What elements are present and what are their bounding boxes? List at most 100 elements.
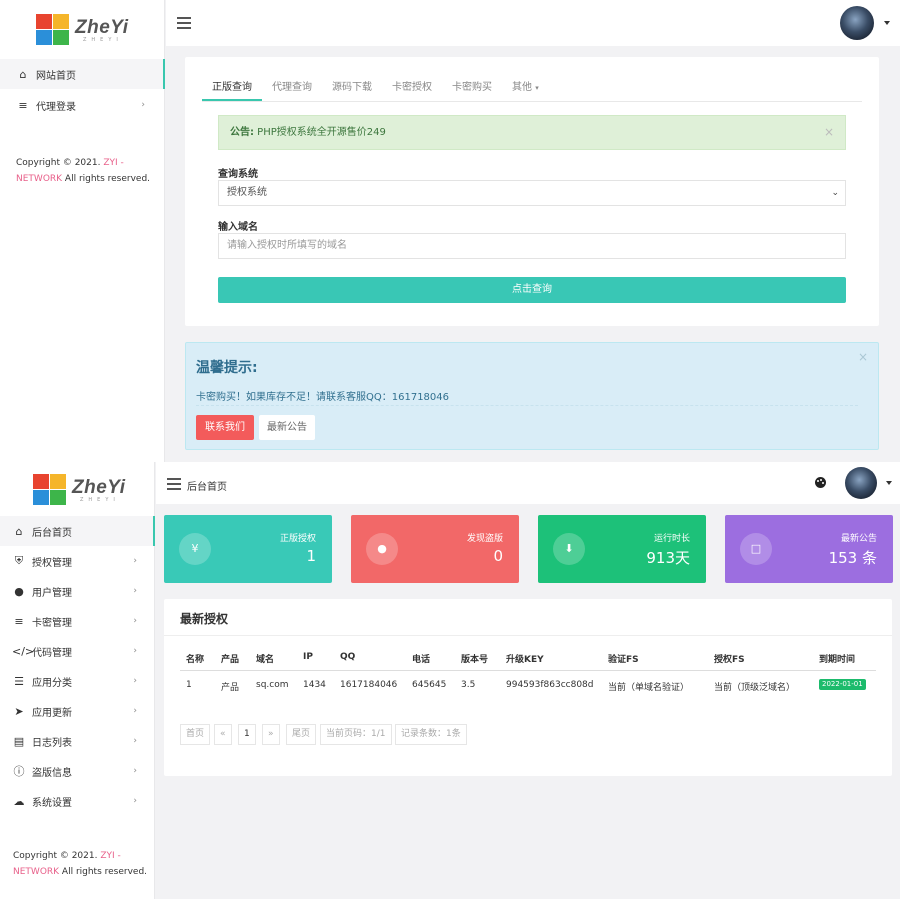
sidebar-item-label: 授权管理 bbox=[32, 557, 72, 569]
query-button[interactable]: 点击查询 bbox=[218, 277, 846, 303]
user-icon: ● bbox=[14, 584, 24, 598]
sidebar-item-label: 应用更新 bbox=[32, 707, 72, 719]
page-info: 当前页码：1/1 bbox=[320, 724, 392, 745]
sidebar-item-label: 网站首页 bbox=[36, 70, 76, 82]
sidebar-item-home[interactable]: ⌂ 网站首页 bbox=[0, 59, 165, 89]
tab-other[interactable]: 其他 ▾ bbox=[502, 75, 549, 101]
menu-toggle-icon[interactable] bbox=[177, 17, 191, 32]
close-icon[interactable]: × bbox=[824, 116, 834, 149]
sidebar-item-label: 代码管理 bbox=[32, 647, 72, 659]
stat-value: 913天 bbox=[646, 549, 690, 567]
sidebar-item-cards[interactable]: ≡ 卡密管理 › bbox=[0, 606, 155, 636]
sidebar-item-auth[interactable]: ⛨ 授权管理 › bbox=[0, 546, 155, 576]
table-cell: 1434 bbox=[303, 680, 326, 690]
sidebar-item-categories[interactable]: ☰ 应用分类 › bbox=[0, 666, 155, 696]
copyright-brand[interactable]: ZYI - bbox=[103, 158, 123, 168]
copyright-suffix: All rights reserved. bbox=[59, 867, 148, 877]
table-cell: 1 bbox=[186, 680, 192, 690]
logo-tagline: ZHEYI bbox=[83, 36, 123, 43]
chevron-down-icon: ⌄ bbox=[831, 188, 839, 198]
stat-value: 1 bbox=[306, 547, 316, 565]
logo-tagline: ZHEYI bbox=[80, 496, 120, 503]
record-count: 记录条数：1条 bbox=[395, 724, 467, 745]
download-icon: ⬇ bbox=[553, 533, 585, 565]
logo[interactable]: ZheYi ZHEYI bbox=[33, 474, 126, 506]
stat-value: 0 bbox=[493, 547, 503, 565]
stat-label: 最新公告 bbox=[840, 534, 877, 544]
tab-other-label: 其他 bbox=[512, 82, 532, 93]
query-tabs: 正版查询 代理查询 源码下载 卡密授权 卡密购买 其他 ▾ bbox=[202, 75, 862, 102]
table-cell: 994593f863cc808d bbox=[506, 680, 594, 690]
latest-notice-button[interactable]: 最新公告 bbox=[259, 415, 315, 440]
sidebar: ZheYi ZHEYI ⌂ 后台首页 ⛨ 授权管理 › ● 用户管理 › ≡ 卡… bbox=[0, 462, 155, 899]
system-select[interactable]: 授权系统 ⌄ bbox=[218, 180, 846, 206]
stat-card-piracy: ● 发现盗版 0 bbox=[351, 515, 519, 583]
table-header: 电话 bbox=[412, 655, 431, 665]
table-header: 验证FS bbox=[608, 655, 639, 665]
chevron-right-icon: › bbox=[133, 586, 137, 596]
divider bbox=[164, 635, 892, 636]
sidebar-item-settings[interactable]: ☁ 系统设置 › bbox=[0, 786, 155, 816]
divider bbox=[180, 670, 876, 671]
page-first-button[interactable]: 首页 bbox=[180, 724, 211, 745]
sidebar-item-label: 后台首页 bbox=[32, 527, 72, 539]
close-icon[interactable]: × bbox=[858, 350, 868, 364]
menu-icon: ≡ bbox=[14, 614, 24, 628]
table-header: 产品 bbox=[221, 655, 240, 665]
chevron-right-icon: › bbox=[133, 616, 137, 626]
table-header: 名称 bbox=[186, 655, 205, 665]
contact-us-button[interactable]: 联系我们 bbox=[196, 415, 254, 440]
table-header: 域名 bbox=[256, 655, 275, 665]
copyright-brand[interactable]: ZYI - bbox=[100, 851, 120, 861]
copyright-brand-network[interactable]: NETWORK bbox=[16, 174, 62, 184]
sidebar-item-logs[interactable]: ▤ 日志列表 › bbox=[0, 726, 155, 756]
sidebar-item-dashboard[interactable]: ⌂ 后台首页 bbox=[0, 516, 155, 546]
tab-agent-query[interactable]: 代理查询 bbox=[262, 75, 322, 101]
top-header bbox=[166, 0, 900, 46]
logo[interactable]: ZheYi ZHEYI bbox=[36, 14, 129, 46]
sidebar-item-updates[interactable]: ➤ 应用更新 › bbox=[0, 696, 155, 726]
page-current-button[interactable]: 1 bbox=[238, 724, 256, 745]
copyright-brand-network[interactable]: NETWORK bbox=[13, 867, 59, 877]
tab-genuine-query[interactable]: 正版查询 bbox=[202, 75, 262, 101]
sidebar-item-agent-login[interactable]: ≡ 代理登录 › bbox=[0, 90, 165, 120]
tab-card-buy[interactable]: 卡密购买 bbox=[442, 75, 502, 101]
divider bbox=[196, 405, 858, 406]
chevron-right-icon: › bbox=[133, 736, 137, 746]
chevron-right-icon: › bbox=[133, 796, 137, 806]
sidebar-item-label: 日志列表 bbox=[32, 737, 72, 749]
stat-label: 运行时长 bbox=[653, 534, 690, 544]
user-icon: ● bbox=[366, 533, 398, 565]
palette-icon[interactable] bbox=[815, 477, 826, 488]
sidebar-item-code[interactable]: </> 代码管理 › bbox=[0, 636, 155, 666]
home-icon: ⌂ bbox=[19, 67, 27, 81]
page-prev-button[interactable]: « bbox=[214, 724, 232, 745]
caret-down-icon[interactable] bbox=[886, 481, 892, 485]
sidebar-item-label: 代理登录 bbox=[36, 101, 76, 113]
top-screenshot: ZheYi ZHEYI ⌂ 网站首页 ≡ 代理登录 › Copyright © … bbox=[0, 0, 900, 462]
sidebar-item-piracy[interactable]: ⓘ 盗版信息 › bbox=[0, 756, 155, 786]
sidebar-item-label: 系统设置 bbox=[32, 797, 72, 809]
caret-down-icon[interactable] bbox=[884, 21, 890, 25]
card-title: 最新授权 bbox=[180, 612, 229, 626]
tab-source-download[interactable]: 源码下载 bbox=[322, 75, 382, 101]
domain-label: 输入域名 bbox=[218, 222, 258, 233]
table-header: 到期时间 bbox=[819, 655, 856, 665]
menu-toggle-icon[interactable] bbox=[167, 478, 181, 493]
table-header: 升级KEY bbox=[506, 655, 544, 665]
top-header: 后台首页 bbox=[156, 462, 900, 504]
avatar[interactable] bbox=[840, 6, 874, 40]
system-label: 查询系统 bbox=[218, 169, 258, 180]
tab-card-auth[interactable]: 卡密授权 bbox=[382, 75, 442, 101]
page-last-button[interactable]: 尾页 bbox=[286, 724, 317, 745]
sidebar-item-label: 用户管理 bbox=[32, 587, 72, 599]
sidebar-item-users[interactable]: ● 用户管理 › bbox=[0, 576, 155, 606]
page-next-button[interactable]: » bbox=[262, 724, 280, 745]
domain-input[interactable]: 请输入授权时所填写的域名 bbox=[218, 233, 846, 259]
home-icon: ⌂ bbox=[15, 524, 23, 538]
avatar[interactable] bbox=[845, 467, 877, 499]
table-cell: 3.5 bbox=[461, 680, 476, 690]
copyright-prefix: Copyright © 2021. bbox=[13, 851, 101, 861]
table-header: QQ bbox=[340, 652, 356, 662]
copyright-suffix: All rights reserved. bbox=[62, 174, 151, 184]
